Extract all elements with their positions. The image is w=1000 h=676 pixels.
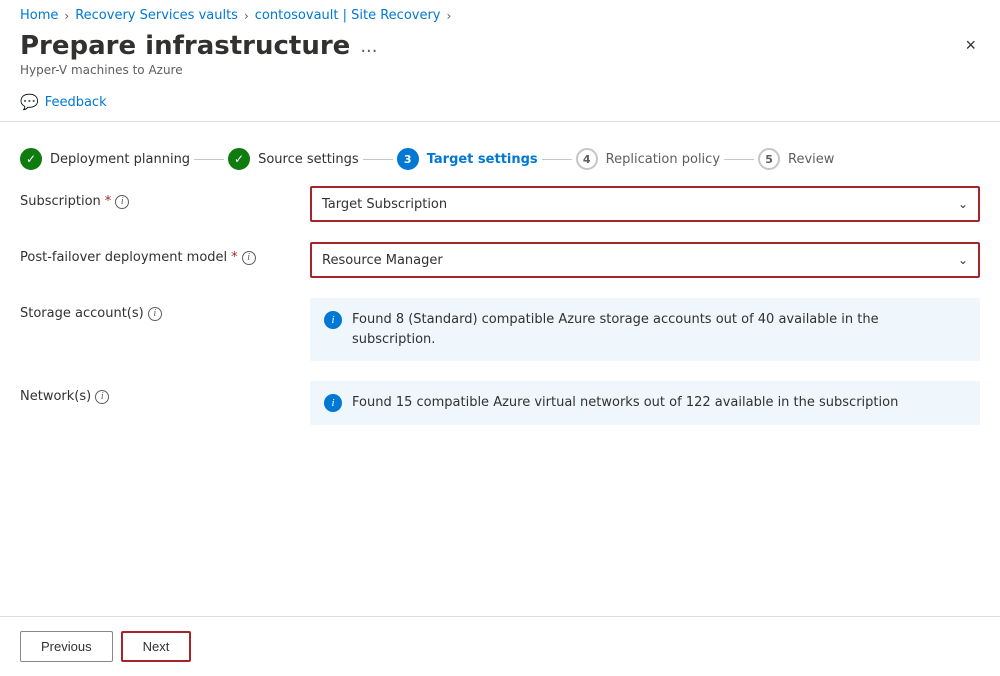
breadcrumb-sep-2: › <box>244 9 249 23</box>
step-replication-policy[interactable]: 4 Replication policy <box>576 148 720 170</box>
deployment-model-row: Post-failover deployment model * i Resou… <box>20 242 980 278</box>
subscription-control: Target Subscription ⌄ <box>310 186 980 222</box>
step-source-settings[interactable]: ✓ Source settings <box>228 148 359 170</box>
step-3-circle: 3 <box>397 148 419 170</box>
step-sep-1 <box>194 159 224 160</box>
next-button[interactable]: Next <box>121 631 192 662</box>
subscription-label: Subscription * i <box>20 186 310 209</box>
footer: Previous Next <box>0 616 1000 676</box>
header-divider <box>0 121 1000 122</box>
step-4-label: Replication policy <box>606 152 720 167</box>
breadcrumb-vault[interactable]: contosovault | Site Recovery <box>255 8 441 23</box>
breadcrumb-sep-1: › <box>64 9 69 23</box>
networks-info-text: Found 15 compatible Azure virtual networ… <box>352 393 898 413</box>
step-3-label: Target settings <box>427 152 538 167</box>
deployment-required: * <box>231 250 238 265</box>
networks-info-box: i Found 15 compatible Azure virtual netw… <box>310 381 980 425</box>
storage-info-icon[interactable]: i <box>148 307 162 321</box>
feedback-row[interactable]: 💬 Feedback <box>0 87 1000 121</box>
breadcrumb: Home › Recovery Services vaults › contos… <box>0 0 1000 31</box>
step-2-circle: ✓ <box>228 148 250 170</box>
storage-control: i Found 8 (Standard) compatible Azure st… <box>310 298 980 361</box>
breadcrumb-recovery[interactable]: Recovery Services vaults <box>75 8 238 23</box>
step-sep-3 <box>542 159 572 160</box>
previous-button[interactable]: Previous <box>20 631 113 662</box>
deployment-model-label: Post-failover deployment model * i <box>20 242 310 265</box>
page-subtitle: Hyper-V machines to Azure <box>20 63 378 77</box>
step-sep-2 <box>363 159 393 160</box>
feedback-icon: 💬 <box>20 93 39 111</box>
step-1-label: Deployment planning <box>50 152 190 167</box>
networks-row: Network(s) i i Found 15 compatible Azure… <box>20 381 980 425</box>
networks-info-icon[interactable]: i <box>95 390 109 404</box>
step-review[interactable]: 5 Review <box>758 148 834 170</box>
page-header: Prepare infrastructure ... Hyper-V machi… <box>0 31 1000 87</box>
breadcrumb-sep-3: › <box>447 9 452 23</box>
step-target-settings[interactable]: 3 Target settings <box>397 148 538 170</box>
deployment-chevron: ⌄ <box>958 253 968 267</box>
subscription-chevron: ⌄ <box>958 197 968 211</box>
subscription-required: * <box>105 194 112 209</box>
step-4-circle: 4 <box>576 148 598 170</box>
storage-row: Storage account(s) i i Found 8 (Standard… <box>20 298 980 361</box>
page-title: Prepare infrastructure ... <box>20 31 378 61</box>
subscription-info-icon[interactable]: i <box>115 195 129 209</box>
steps-bar: ✓ Deployment planning ✓ Source settings … <box>0 138 1000 186</box>
subscription-row: Subscription * i Target Subscription ⌄ <box>20 186 980 222</box>
header-ellipsis[interactable]: ... <box>360 36 377 57</box>
step-deployment-planning[interactable]: ✓ Deployment planning <box>20 148 190 170</box>
storage-info-box: i Found 8 (Standard) compatible Azure st… <box>310 298 980 361</box>
step-5-circle: 5 <box>758 148 780 170</box>
deployment-model-control: Resource Manager ⌄ <box>310 242 980 278</box>
close-button[interactable]: × <box>961 31 980 60</box>
form-area: Subscription * i Target Subscription ⌄ P… <box>0 186 1000 425</box>
title-area: Prepare infrastructure ... Hyper-V machi… <box>20 31 378 77</box>
breadcrumb-home[interactable]: Home <box>20 8 58 23</box>
storage-info-circle: i <box>324 311 342 329</box>
deployment-value: Resource Manager <box>322 253 443 268</box>
networks-control: i Found 15 compatible Azure virtual netw… <box>310 381 980 425</box>
subscription-value: Target Subscription <box>322 197 447 212</box>
step-5-label: Review <box>788 152 834 167</box>
subscription-dropdown[interactable]: Target Subscription ⌄ <box>310 186 980 222</box>
step-1-circle: ✓ <box>20 148 42 170</box>
networks-label: Network(s) i <box>20 381 310 404</box>
step-sep-4 <box>724 159 754 160</box>
step-2-label: Source settings <box>258 152 359 167</box>
networks-info-circle: i <box>324 394 342 412</box>
storage-info-text: Found 8 (Standard) compatible Azure stor… <box>352 310 966 349</box>
deployment-info-icon[interactable]: i <box>242 251 256 265</box>
deployment-dropdown[interactable]: Resource Manager ⌄ <box>310 242 980 278</box>
feedback-label: Feedback <box>45 95 107 110</box>
storage-label: Storage account(s) i <box>20 298 310 321</box>
